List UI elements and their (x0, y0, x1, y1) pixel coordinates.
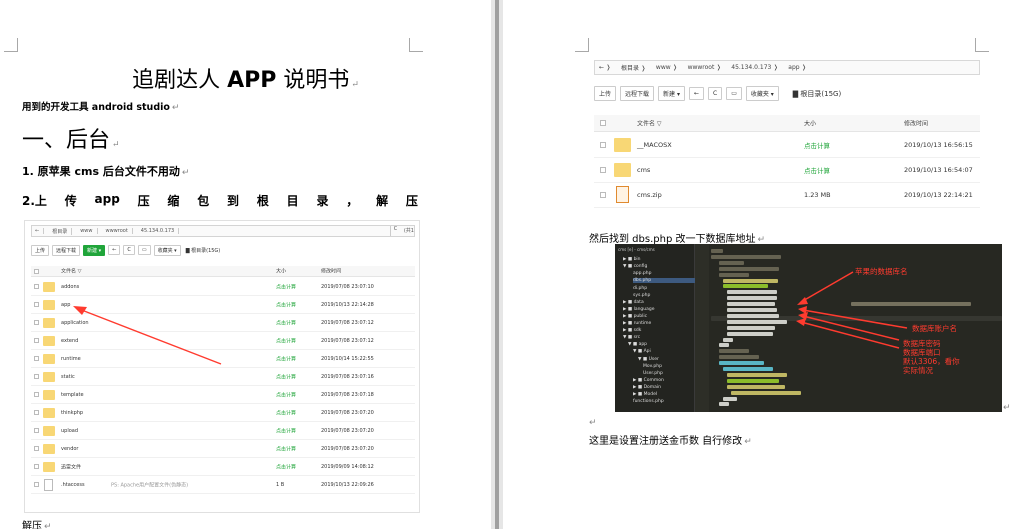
file-size: 1.23 MB (804, 191, 831, 199)
annotation-db-name: 苹果的数据库名 (855, 267, 908, 276)
folder-icon (614, 163, 631, 177)
list-item-word: 目 (286, 194, 299, 208)
annotation-db-port: 数据库端口 (903, 348, 941, 357)
toolbar-button[interactable]: 上传 (594, 86, 617, 101)
section-heading: 一、后台 ↵ (22, 128, 120, 153)
zip-file-icon (616, 186, 629, 203)
list-item-2: 2.上 传 app 压 缩 包 到 根 目 录 ， 解 压 (22, 192, 418, 209)
column-header-name: 文件名 ▽ (637, 120, 662, 128)
breadcrumb-item[interactable]: 45.134.0.173 ❭ (731, 64, 778, 71)
folder-icon (614, 138, 631, 152)
list-item-word: 压 (405, 194, 418, 208)
file-name[interactable]: cms.zip (637, 191, 662, 199)
annotation-db-user: 数据库账户名 (912, 324, 957, 333)
toolbar-button[interactable]: C (707, 87, 723, 100)
file-size[interactable]: 点击计算 (804, 140, 830, 150)
document-page-left: 追剧达人 APP 说明书 ↵ 用到的开发工具 android studio ↵ 一、… (0, 0, 491, 529)
toolbar-button[interactable]: ▭ (726, 87, 742, 100)
document-title: 追剧达人 APP 说明书 ↵ (132, 68, 359, 93)
column-header-size: 大小 (804, 120, 817, 128)
code-editor-screenshot: cms [e] - cms/cms ▶ ■ bin ▼ ■ config app.ph… (615, 244, 1002, 412)
file-manager-screenshot: ← 根目录 www wwwroot 45.134.0.173 C (共1 上传远… (24, 220, 420, 513)
list-item-word: 缩 (167, 194, 180, 208)
file-modified-time: 2019/10/13 16:56:15 (904, 141, 973, 149)
annotation-db-default: 默认3306，看你 (903, 357, 960, 366)
register-instruction: 这里是设置注册送金币数 自行修改 ↵ (589, 436, 752, 447)
list-item-word: 2.上 (22, 194, 47, 208)
list-item-word: 到 (227, 194, 240, 208)
breadcrumb-item[interactable]: wwwroot ❭ (688, 64, 722, 71)
list-item-word: 压 (137, 194, 150, 208)
root-directory-label[interactable]: ▇ 根目录(15G) (793, 89, 841, 99)
annotation-db-actual: 实际情况 (903, 366, 933, 375)
toolbar: 上传 远程下载 新建 ▾ ← C ▭ 收藏夹 ▾ ▇ 根目录(15G) (594, 86, 841, 101)
file-name[interactable]: cms (637, 166, 650, 174)
row-checkbox[interactable] (600, 167, 606, 173)
list-item-word: 解 (376, 194, 389, 208)
file-modified-time: 2019/10/13 16:54:07 (904, 166, 973, 174)
breadcrumb-item[interactable]: ← ❭ (599, 64, 611, 71)
list-item-word: 包 (197, 194, 210, 208)
table-row[interactable]: cms 点击计算 2019/10/13 16:54:07 (594, 158, 980, 183)
breadcrumb-item[interactable]: 根目录 ❭ (621, 63, 646, 72)
tools-line: 用到的开发工具 android studio ↵ (22, 102, 180, 113)
margin-corner-mark (975, 38, 989, 52)
file-modified-time: 2019/10/13 22:14:21 (904, 191, 973, 199)
file-manager-app-screenshot: ← ❭ 根目录 ❭ www ❭ wwwroot ❭ 45.134.0.173 ❭ app … (594, 60, 980, 212)
page-divider (495, 0, 499, 529)
annotation-db-pass: 数据库密码 (903, 339, 941, 348)
list-item-word: app (94, 192, 120, 206)
table-row[interactable]: __MACOSX 点击计算 2019/10/13 16:56:15 (594, 133, 980, 158)
margin-corner-mark (409, 38, 423, 52)
breadcrumb-item[interactable]: app ❭ (788, 64, 806, 71)
row-checkbox[interactable] (600, 192, 606, 198)
toolbar-button[interactable]: 收藏夹 ▾ (745, 86, 779, 101)
table-row[interactable]: cms.zip 1.23 MB 2019/10/13 22:14:21 (594, 183, 980, 208)
select-all-checkbox (600, 120, 606, 126)
list-item-word: ， (346, 194, 359, 208)
paragraph-mark: ↵ (1003, 403, 1011, 413)
margin-corner-mark (4, 38, 18, 52)
table-header: 文件名 ▽ 大小 修改时间 (594, 115, 980, 132)
dbs-instruction: 然后找到 dbs.php 改一下数据库地址 ↵ (589, 234, 766, 245)
list-item-word: 传 (64, 194, 77, 208)
toolbar-button[interactable]: 远程下载 (620, 86, 655, 101)
list-item-word: 根 (256, 194, 269, 208)
file-name[interactable]: __MACOSX (637, 141, 672, 149)
paragraph-mark: ↵ (589, 418, 597, 428)
breadcrumb-item[interactable]: www ❭ (656, 64, 678, 71)
row-checkbox[interactable] (600, 142, 606, 148)
file-size[interactable]: 点击计算 (804, 165, 830, 175)
toolbar-button[interactable]: ← (688, 87, 704, 100)
list-item-1: 1. 原苹果 cms 后台文件不用动 ↵ (22, 165, 190, 178)
list-item-word: 录 (316, 194, 329, 208)
breadcrumb: ← ❭ 根目录 ❭ www ❭ wwwroot ❭ 45.134.0.173 ❭ app … (594, 60, 980, 75)
column-header-time: 修改时间 (904, 120, 929, 128)
red-arrow-annotation (73, 306, 222, 365)
toolbar-button[interactable]: 新建 ▾ (658, 86, 685, 101)
caption-unzip: 解压 ↵ (22, 521, 52, 529)
margin-corner-mark (575, 38, 589, 52)
document-page-right: ← ❭ 根目录 ❭ www ❭ wwwroot ❭ 45.134.0.173 ❭ app … (503, 0, 1024, 529)
